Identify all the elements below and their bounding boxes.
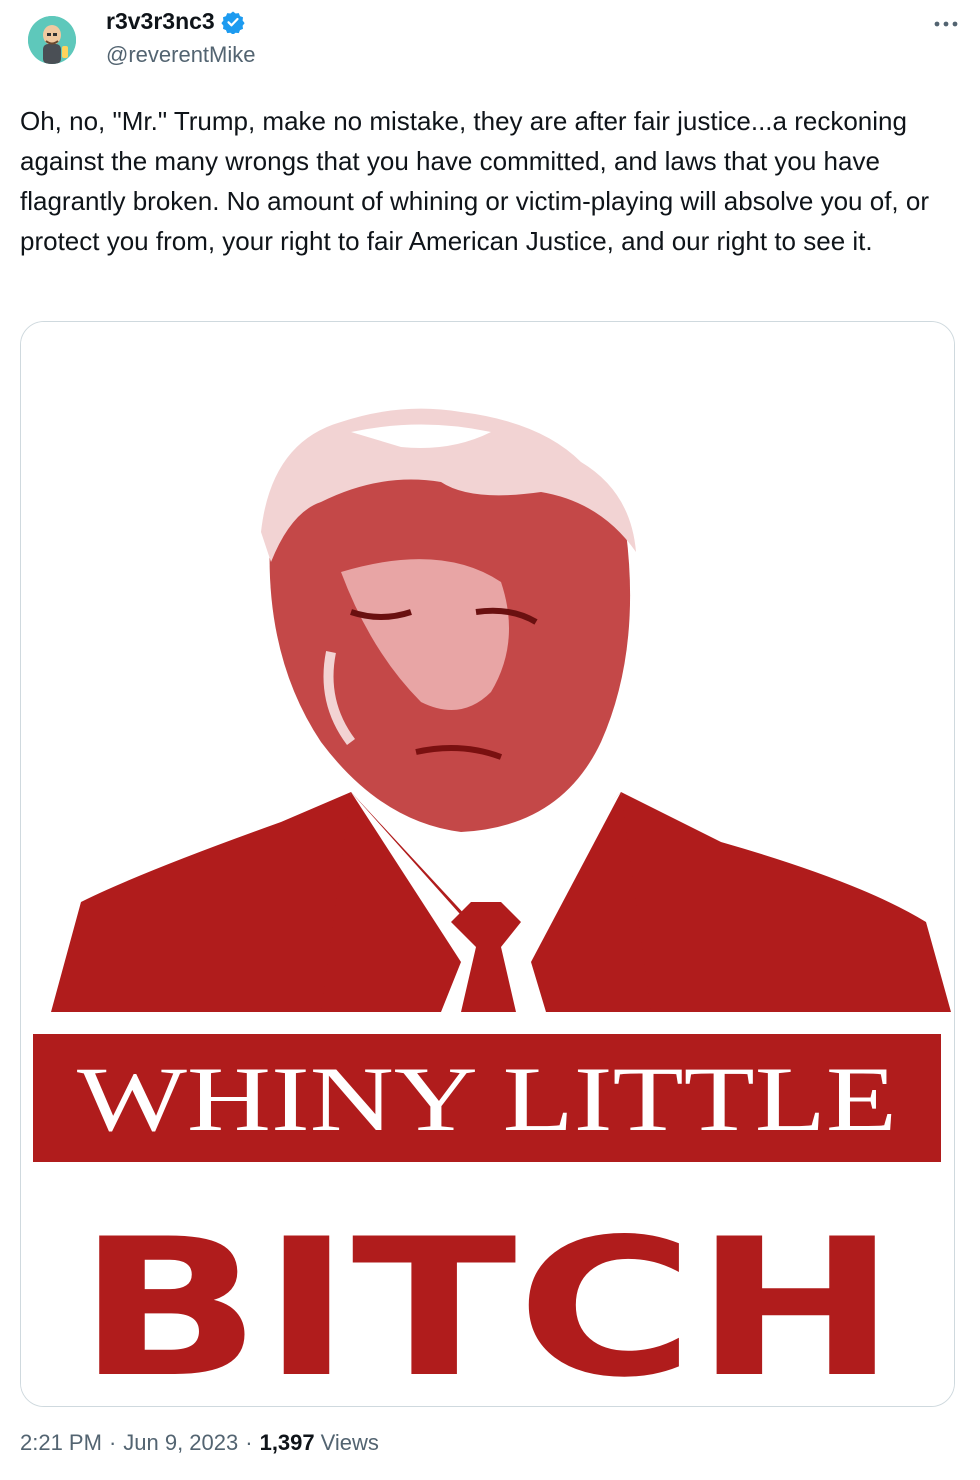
separator-dot: · (245, 1430, 253, 1455)
tweet-date[interactable]: Jun 9, 2023 (123, 1430, 238, 1456)
banner-line-2: BITCH (77, 1198, 897, 1406)
tweet-image[interactable]: WHINY LITTLE BITCH (20, 321, 955, 1407)
poster-image: WHINY LITTLE BITCH (21, 322, 954, 1406)
tweet-meta: 2:21 PM · Jun 9, 2023 · 1,397 Views (20, 1430, 379, 1456)
tweet-header: r3v3r3nc3 @reverentMike (0, 0, 980, 90)
verified-badge-icon (221, 11, 245, 34)
display-name[interactable]: r3v3r3nc3 (106, 8, 215, 35)
tweet-text: Oh, no, "Mr." Trump, make no mistake, th… (20, 106, 937, 256)
views-label: Views (320, 1430, 379, 1455)
avatar[interactable] (28, 16, 76, 64)
tweet-time[interactable]: 2:21 PM (20, 1430, 102, 1456)
banner-line-1: WHINY LITTLE (77, 1048, 897, 1150)
separator-dot: · (108, 1430, 117, 1455)
cartoon-avatar-icon (28, 16, 76, 64)
user-handle[interactable]: @reverentMike (106, 42, 256, 68)
more-options-icon[interactable] (930, 12, 962, 36)
views-count: 1,397 (259, 1430, 315, 1455)
